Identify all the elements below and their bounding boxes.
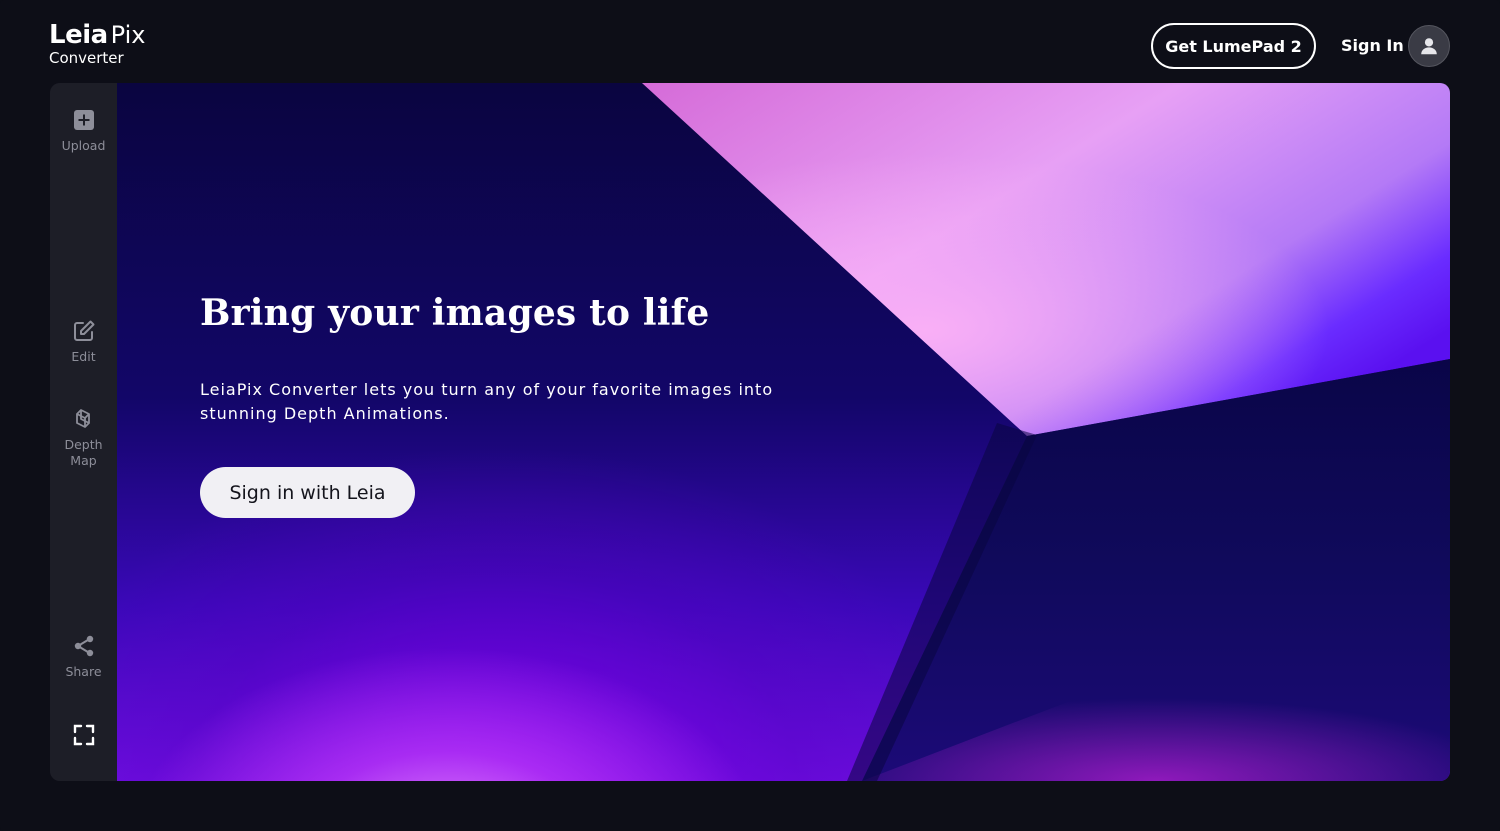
hero-background-art — [642, 83, 1450, 781]
logo-leia-text: Leia — [49, 20, 108, 50]
logo-pix-text: Pix — [110, 21, 146, 49]
sidebar-item-depth-map[interactable]: Depth Map — [50, 407, 117, 469]
sidebar-item-edit[interactable]: Edit — [50, 319, 117, 365]
sign-in-link[interactable]: Sign In — [1341, 36, 1404, 58]
logo-subtitle: Converter — [49, 49, 124, 67]
app-window: Leia Pix Converter Get LumePad 2 Sign In… — [0, 0, 1500, 831]
user-icon — [1421, 38, 1437, 55]
hero-banner: Bring your images to life LeiaPix Conver… — [117, 83, 1450, 781]
sidebar-item-label: Upload — [61, 138, 106, 153]
tool-sidebar: Upload Edit Depth Map Share — [50, 83, 117, 781]
sidebar-item-label: Edit — [71, 349, 96, 364]
edit-icon — [73, 320, 94, 341]
get-lumepad-button[interactable]: Get LumePad 2 — [1151, 23, 1316, 69]
logo[interactable]: Leia Pix Converter — [49, 22, 146, 66]
hero-description: LeiaPix Converter lets you turn any of y… — [200, 380, 774, 423]
sign-in-with-leia-button[interactable]: Sign in with Leia — [200, 467, 415, 518]
workspace: Upload Edit Depth Map Share Bring your i… — [50, 83, 1450, 781]
hero-title: Bring your images to life — [200, 292, 710, 334]
fullscreen-button[interactable] — [50, 723, 117, 747]
plus-square-icon — [73, 110, 94, 130]
sidebar-item-label: Depth Map — [64, 437, 103, 468]
avatar[interactable] — [1408, 25, 1450, 67]
sidebar-item-label: Share — [65, 664, 102, 679]
sidebar-item-upload[interactable]: Upload — [50, 108, 117, 154]
sidebar-item-share[interactable]: Share — [50, 634, 117, 680]
share-icon — [74, 635, 93, 657]
fullscreen-icon — [73, 724, 94, 746]
depth-map-icon — [75, 409, 90, 428]
